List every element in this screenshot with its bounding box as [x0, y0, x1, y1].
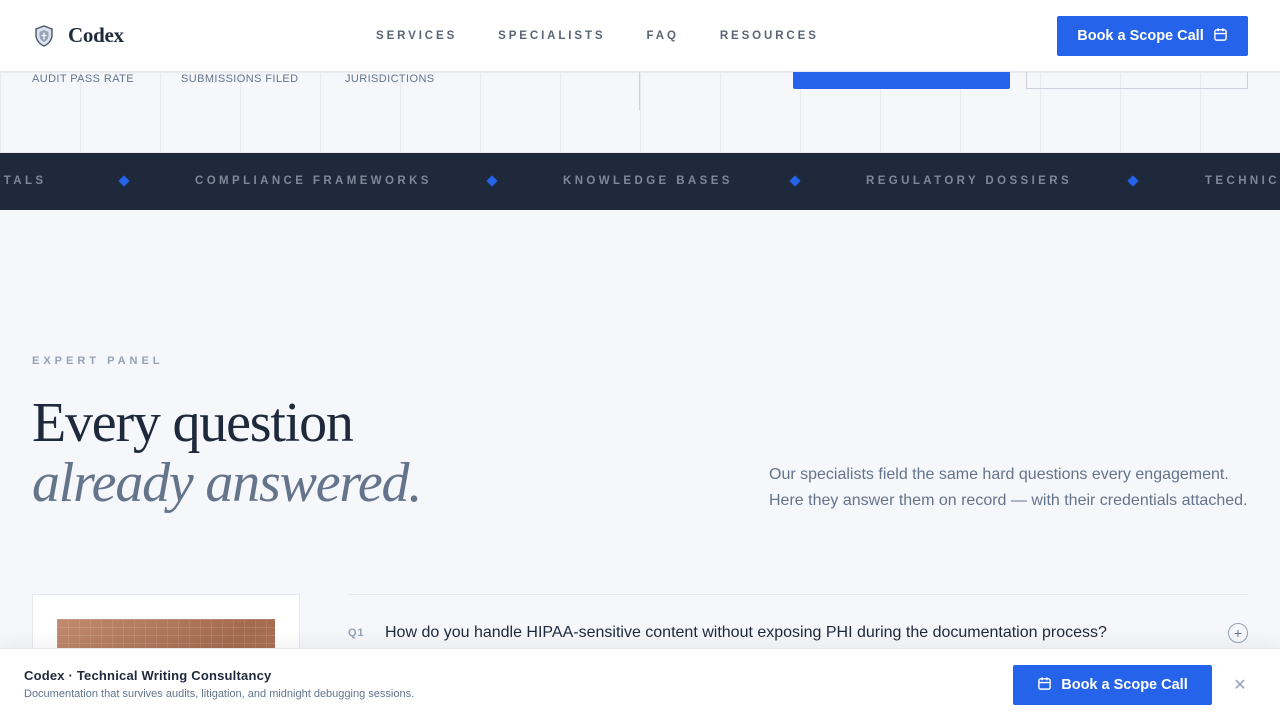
- diamond-icon: [118, 175, 130, 187]
- site-header: Codex Services Specialists FAQ Resources…: [0, 0, 1280, 72]
- faq-question: How do you handle HIPAA-sensitive conten…: [385, 624, 1107, 641]
- hero-primary-button[interactable]: [793, 70, 1010, 89]
- capability-ticker: RTALS COMPLIANCE FRAMEWORKS KNOWLEDGE BA…: [0, 153, 1280, 210]
- ticker-item: REGULATORY DOSSIERS: [866, 175, 1073, 187]
- header-cta-label: Book a Scope Call: [1077, 28, 1204, 44]
- ticker-item: RTALS: [0, 175, 47, 187]
- calendar-icon: [1037, 676, 1052, 695]
- stat-label-jurisdictions: Jurisdictions: [345, 73, 435, 85]
- sticky-bar-subtitle: Documentation that survives audits, liti…: [24, 688, 415, 700]
- hero-divider: [639, 72, 640, 110]
- nav-item-services[interactable]: Services: [376, 30, 457, 42]
- section-lede: Our specialists field the same hard ques…: [769, 466, 1248, 509]
- stat-label-submissions-filed: Submissions Filed: [181, 73, 299, 85]
- plus-circle-icon[interactable]: +: [1228, 623, 1248, 643]
- section-headline: Every question already answered.: [32, 392, 422, 514]
- headline-line-2: already answered.: [32, 452, 422, 514]
- nav-item-specialists[interactable]: Specialists: [498, 30, 605, 42]
- shield-icon: [32, 24, 56, 48]
- main-nav: Services Specialists FAQ Resources: [376, 0, 819, 72]
- faq-item[interactable]: Q1 How do you handle HIPAA-sensitive con…: [348, 620, 1248, 646]
- nav-item-faq[interactable]: FAQ: [646, 30, 678, 42]
- diamond-icon: [789, 175, 801, 187]
- close-icon[interactable]: ✕: [1229, 674, 1251, 696]
- sticky-book-scope-call-button[interactable]: Book a Scope Call: [1013, 665, 1212, 705]
- brand-name: Codex: [68, 23, 124, 47]
- faq-number: Q1: [348, 627, 365, 639]
- book-scope-call-button[interactable]: Book a Scope Call: [1057, 16, 1248, 56]
- ticker-item: COMPLIANCE FRAMEWORKS: [195, 175, 432, 187]
- diamond-icon: [486, 175, 498, 187]
- sticky-bar-title: Codex · Technical Writing Consultancy: [24, 668, 272, 683]
- hero-secondary-button[interactable]: [1026, 70, 1248, 89]
- section-eyebrow: Expert Panel: [32, 355, 164, 367]
- ticker-item: TECHNICA: [1205, 175, 1280, 187]
- nav-item-resources[interactable]: Resources: [720, 30, 819, 42]
- headline-line-1: Every question: [32, 392, 354, 454]
- faq-divider: [348, 594, 1248, 595]
- stat-label-audit-pass-rate: Audit Pass Rate: [32, 73, 134, 85]
- diamond-icon: [1127, 175, 1139, 187]
- sticky-cta-label: Book a Scope Call: [1061, 677, 1188, 693]
- calendar-icon: [1213, 27, 1228, 46]
- sticky-cta-bar: Codex · Technical Writing Consultancy Do…: [0, 648, 1280, 720]
- brand[interactable]: Codex: [32, 23, 124, 48]
- ticker-item: KNOWLEDGE BASES: [563, 175, 733, 187]
